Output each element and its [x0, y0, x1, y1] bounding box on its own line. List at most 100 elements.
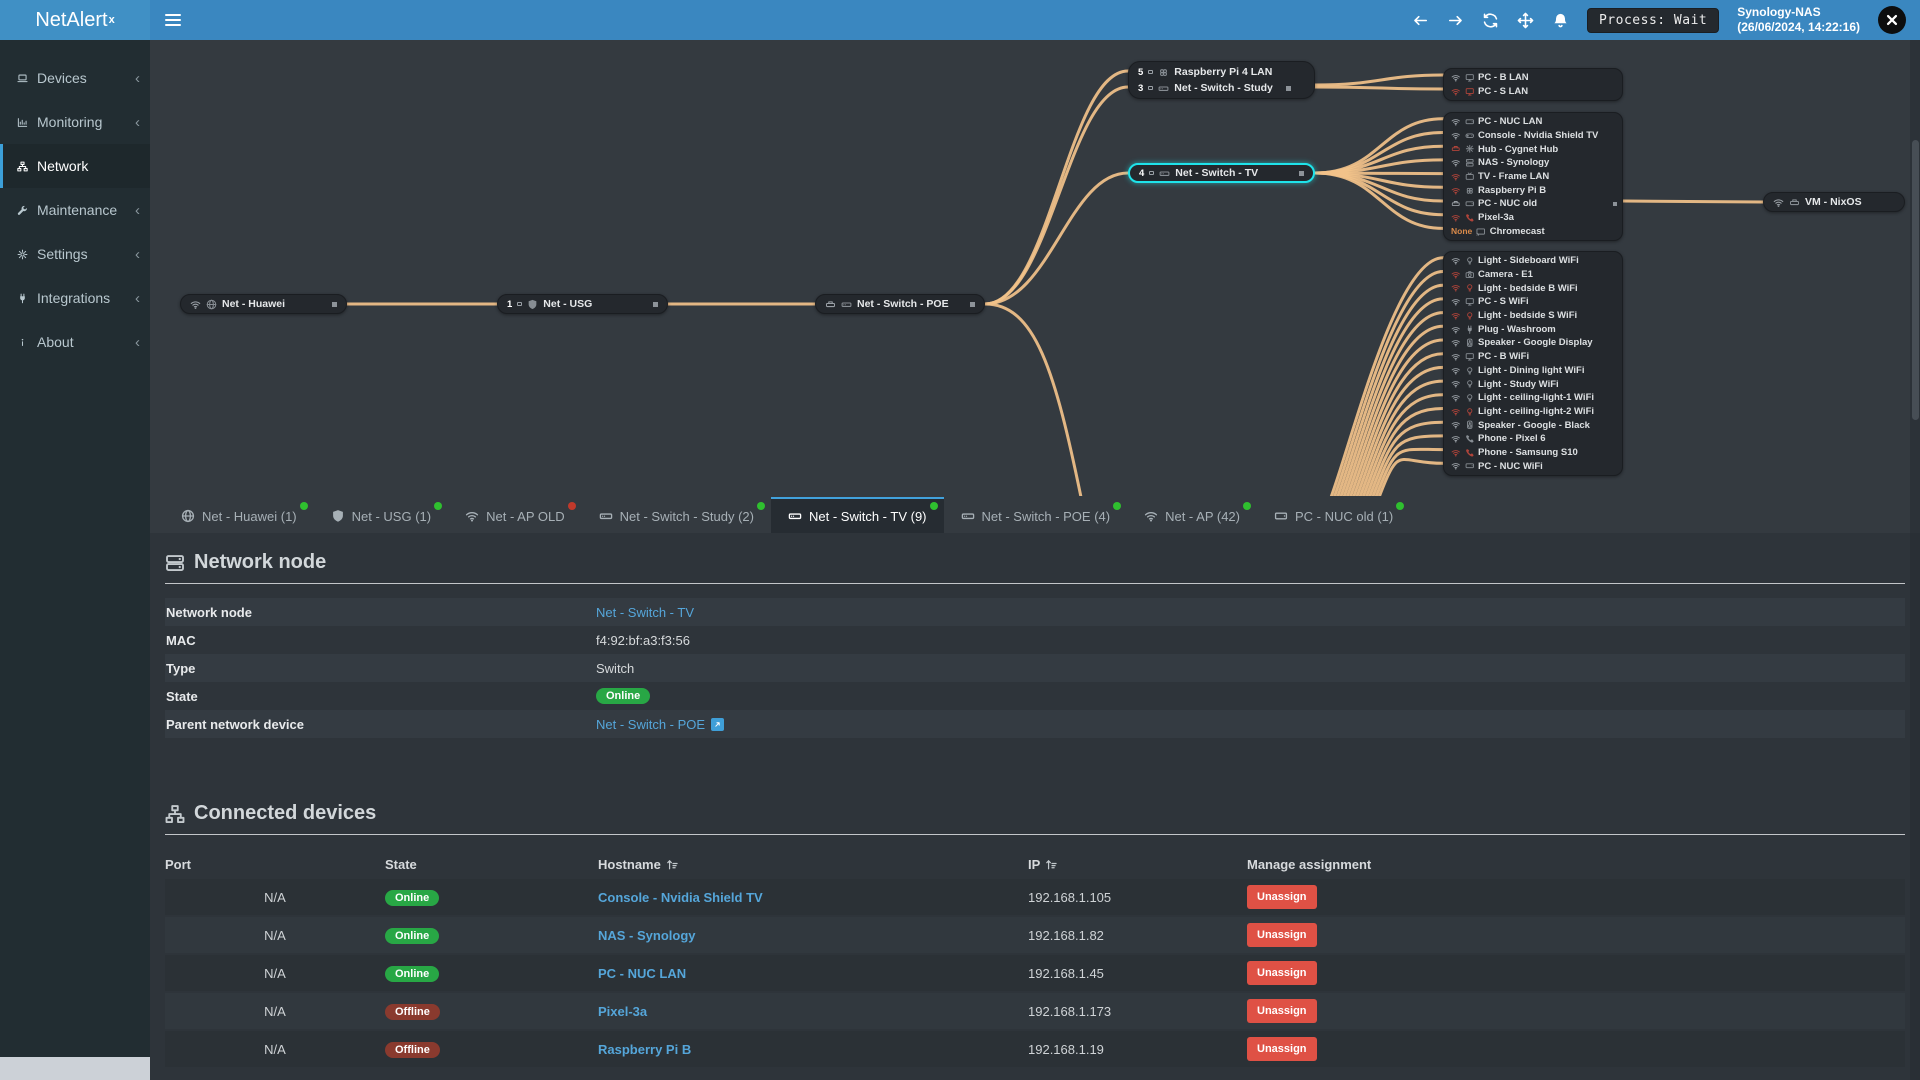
- node-handle[interactable]: [1299, 170, 1304, 176]
- sidebar-item-network[interactable]: Network: [0, 144, 150, 188]
- sidebar-item-monitoring[interactable]: Monitoring ‹: [0, 100, 150, 144]
- tab-net-ap-42[interactable]: Net - AP (42): [1127, 497, 1257, 533]
- hostname-link[interactable]: Pixel-3a: [598, 1004, 647, 1019]
- refresh-icon[interactable]: [1482, 12, 1499, 29]
- node-handle[interactable]: [653, 301, 658, 307]
- tab-pc-nuc-old-1[interactable]: PC - NUC old (1): [1257, 497, 1410, 533]
- node-vm-nixos[interactable]: VM - NixOS: [1763, 192, 1905, 212]
- device-label: PC - NUC WiFi: [1478, 460, 1543, 472]
- sidebar-item-devices[interactable]: Devices ‹: [0, 56, 150, 100]
- node-net-switch-poe[interactable]: Net - Switch - POE: [815, 294, 985, 314]
- scrollbar-thumb[interactable]: [1912, 140, 1919, 420]
- device-node-pixel-3a[interactable]: Pixel-3a: [1444, 211, 1622, 225]
- wifi-status-icon: [1451, 393, 1461, 403]
- app-logo[interactable]: NetAlert x: [0, 0, 150, 40]
- column-header-ip[interactable]: IP: [1028, 857, 1247, 872]
- device-node-speaker-google-black[interactable]: Speaker - Google - Black: [1444, 418, 1622, 432]
- unassign-button[interactable]: Unassign: [1247, 999, 1317, 1023]
- node-group-study[interactable]: 5 Raspberry Pi 4 LAN 3 Net - Switch - St…: [1128, 61, 1315, 99]
- tab-net-switch-poe-4[interactable]: Net - Switch - POE (4): [944, 497, 1128, 533]
- node-net-switch-tv-selected[interactable]: 4 Net - Switch - TV: [1128, 163, 1315, 183]
- phone-icon: [1465, 448, 1475, 458]
- node-handle[interactable]: [1613, 201, 1617, 206]
- node-net-switch-study[interactable]: 3 Net - Switch - Study: [1138, 80, 1305, 96]
- node-label: Net - Switch - Study: [1174, 82, 1273, 94]
- sort-icon[interactable]: [666, 858, 679, 871]
- device-node-pc-nuc-lan[interactable]: PC - NUC LAN: [1444, 115, 1622, 129]
- device-node-light-bedside-b-wifi[interactable]: Light - bedside B WiFi: [1444, 281, 1622, 295]
- hostname-link[interactable]: PC - NUC LAN: [598, 966, 686, 981]
- page-scrollbar[interactable]: [1910, 40, 1920, 1080]
- device-node-camera-e1[interactable]: Camera - E1: [1444, 268, 1622, 282]
- sidebar-item-about[interactable]: About ‹: [0, 320, 150, 364]
- column-header-port: Port: [165, 856, 191, 872]
- device-node-hub-cygnet-hub[interactable]: Hub - Cygnet Hub: [1444, 142, 1622, 156]
- move-icon[interactable]: [1517, 12, 1534, 29]
- user-avatar[interactable]: [1878, 6, 1906, 34]
- hostname-link[interactable]: NAS - Synology: [598, 928, 696, 943]
- sort-icon[interactable]: [1045, 858, 1058, 871]
- device-node-raspberry-pi-b[interactable]: Raspberry Pi B: [1444, 183, 1622, 197]
- device-cluster-wifi-ap: Light - Sideboard WiFi Camera - E1 Light -…: [1443, 251, 1623, 476]
- bell-icon[interactable]: [1552, 12, 1569, 29]
- sidebar-item-maintenance[interactable]: Maintenance ‹: [0, 188, 150, 232]
- node-handle[interactable]: [1285, 85, 1291, 91]
- network-node-link[interactable]: Net - Switch - TV: [596, 605, 694, 620]
- hostname-link[interactable]: Console - Nvidia Shield TV: [598, 890, 763, 905]
- state-cell: Online: [385, 889, 598, 906]
- sidebar-item-settings[interactable]: Settings ‹: [0, 232, 150, 276]
- device-node-light-ceiling-light-2-wifi[interactable]: Light - ceiling-light-2 WiFi: [1444, 405, 1622, 419]
- device-node-console-nvidia-shield-tv[interactable]: Console - Nvidia Shield TV: [1444, 129, 1622, 143]
- sidebar-item-label: Settings: [37, 246, 88, 262]
- shield-icon: [527, 299, 538, 310]
- detail-row-type: Type Switch: [165, 654, 1905, 682]
- table-header-row: Port State Hostname IP Manage assignment: [165, 849, 1905, 879]
- device-label: Light - Sideboard WiFi: [1478, 255, 1579, 267]
- monitor-icon: [1465, 87, 1475, 97]
- tab-net-ap-old[interactable]: Net - AP OLD: [448, 497, 582, 533]
- tab-net-usg-1[interactable]: Net - USG (1): [314, 497, 448, 533]
- tab-net-huawei-1[interactable]: Net - Huawei (1): [164, 497, 314, 533]
- device-node-light-study-wifi[interactable]: Light - Study WiFi: [1444, 377, 1622, 391]
- device-node-plug-washroom[interactable]: Plug - Washroom: [1444, 322, 1622, 336]
- device-node-light-dining-light-wifi[interactable]: Light - Dining light WiFi: [1444, 364, 1622, 378]
- sidebar-item-integrations[interactable]: Integrations ‹: [0, 276, 150, 320]
- tab-net-switch-tv-9[interactable]: Net - Switch - TV (9): [771, 497, 944, 533]
- action-cell: Unassign: [1247, 923, 1905, 947]
- tab-label: PC - NUC old (1): [1295, 508, 1394, 524]
- unassign-button[interactable]: Unassign: [1247, 923, 1317, 947]
- sidebar-toggle-button[interactable]: [150, 0, 196, 40]
- device-label: Pixel-3a: [1478, 212, 1514, 224]
- parent-device-link[interactable]: Net - Switch - POE: [596, 717, 705, 732]
- node-handle[interactable]: [332, 301, 337, 307]
- device-node-light-bedside-s-wifi[interactable]: Light - bedside S WiFi: [1444, 309, 1622, 323]
- hostname-link[interactable]: Raspberry Pi B: [598, 1042, 691, 1057]
- device-node-pc-b-lan[interactable]: PC - B LAN: [1444, 71, 1622, 85]
- device-node-pc-nuc-wifi[interactable]: PC - NUC WiFi: [1444, 459, 1622, 473]
- tab-net-switch-study-2[interactable]: Net - Switch - Study (2): [582, 497, 771, 533]
- back-icon[interactable]: [1412, 12, 1429, 29]
- device-node-phone-pixel-6[interactable]: Phone - Pixel 6: [1444, 432, 1622, 446]
- device-node-phone-samsung-s10[interactable]: Phone - Samsung S10: [1444, 446, 1622, 460]
- unassign-button[interactable]: Unassign: [1247, 1037, 1317, 1061]
- device-node-nas-synology[interactable]: NAS - Synology: [1444, 156, 1622, 170]
- unassign-button[interactable]: Unassign: [1247, 961, 1317, 985]
- external-link-icon[interactable]: [711, 717, 725, 731]
- node-handle[interactable]: [970, 301, 975, 307]
- device-node-pc-b-wifi[interactable]: PC - B WiFi: [1444, 350, 1622, 364]
- device-node-light-ceiling-light-1-wifi[interactable]: Light - ceiling-light-1 WiFi: [1444, 391, 1622, 405]
- node-raspberry-pi4-lan[interactable]: 5 Raspberry Pi 4 LAN: [1138, 64, 1305, 80]
- device-node-chromecast[interactable]: None Chromecast: [1444, 225, 1622, 239]
- device-node-pc-nuc-old[interactable]: PC - NUC old: [1444, 197, 1622, 211]
- tv-icon: [1465, 172, 1475, 182]
- column-header-hostname[interactable]: Hostname: [598, 857, 1028, 872]
- device-node-light-sideboard-wifi[interactable]: Light - Sideboard WiFi: [1444, 254, 1622, 268]
- forward-icon[interactable]: [1447, 12, 1464, 29]
- unassign-button[interactable]: Unassign: [1247, 885, 1317, 909]
- node-net-huawei[interactable]: Net - Huawei: [180, 294, 347, 314]
- device-node-pc-s-lan[interactable]: PC - S LAN: [1444, 85, 1622, 99]
- device-node-speaker-google-display[interactable]: Speaker - Google Display: [1444, 336, 1622, 350]
- device-node-tv-frame-lan[interactable]: TV - Frame LAN: [1444, 170, 1622, 184]
- device-node-pc-s-wifi[interactable]: PC - S WiFi: [1444, 295, 1622, 309]
- node-net-usg[interactable]: 1 Net - USG: [497, 294, 668, 314]
